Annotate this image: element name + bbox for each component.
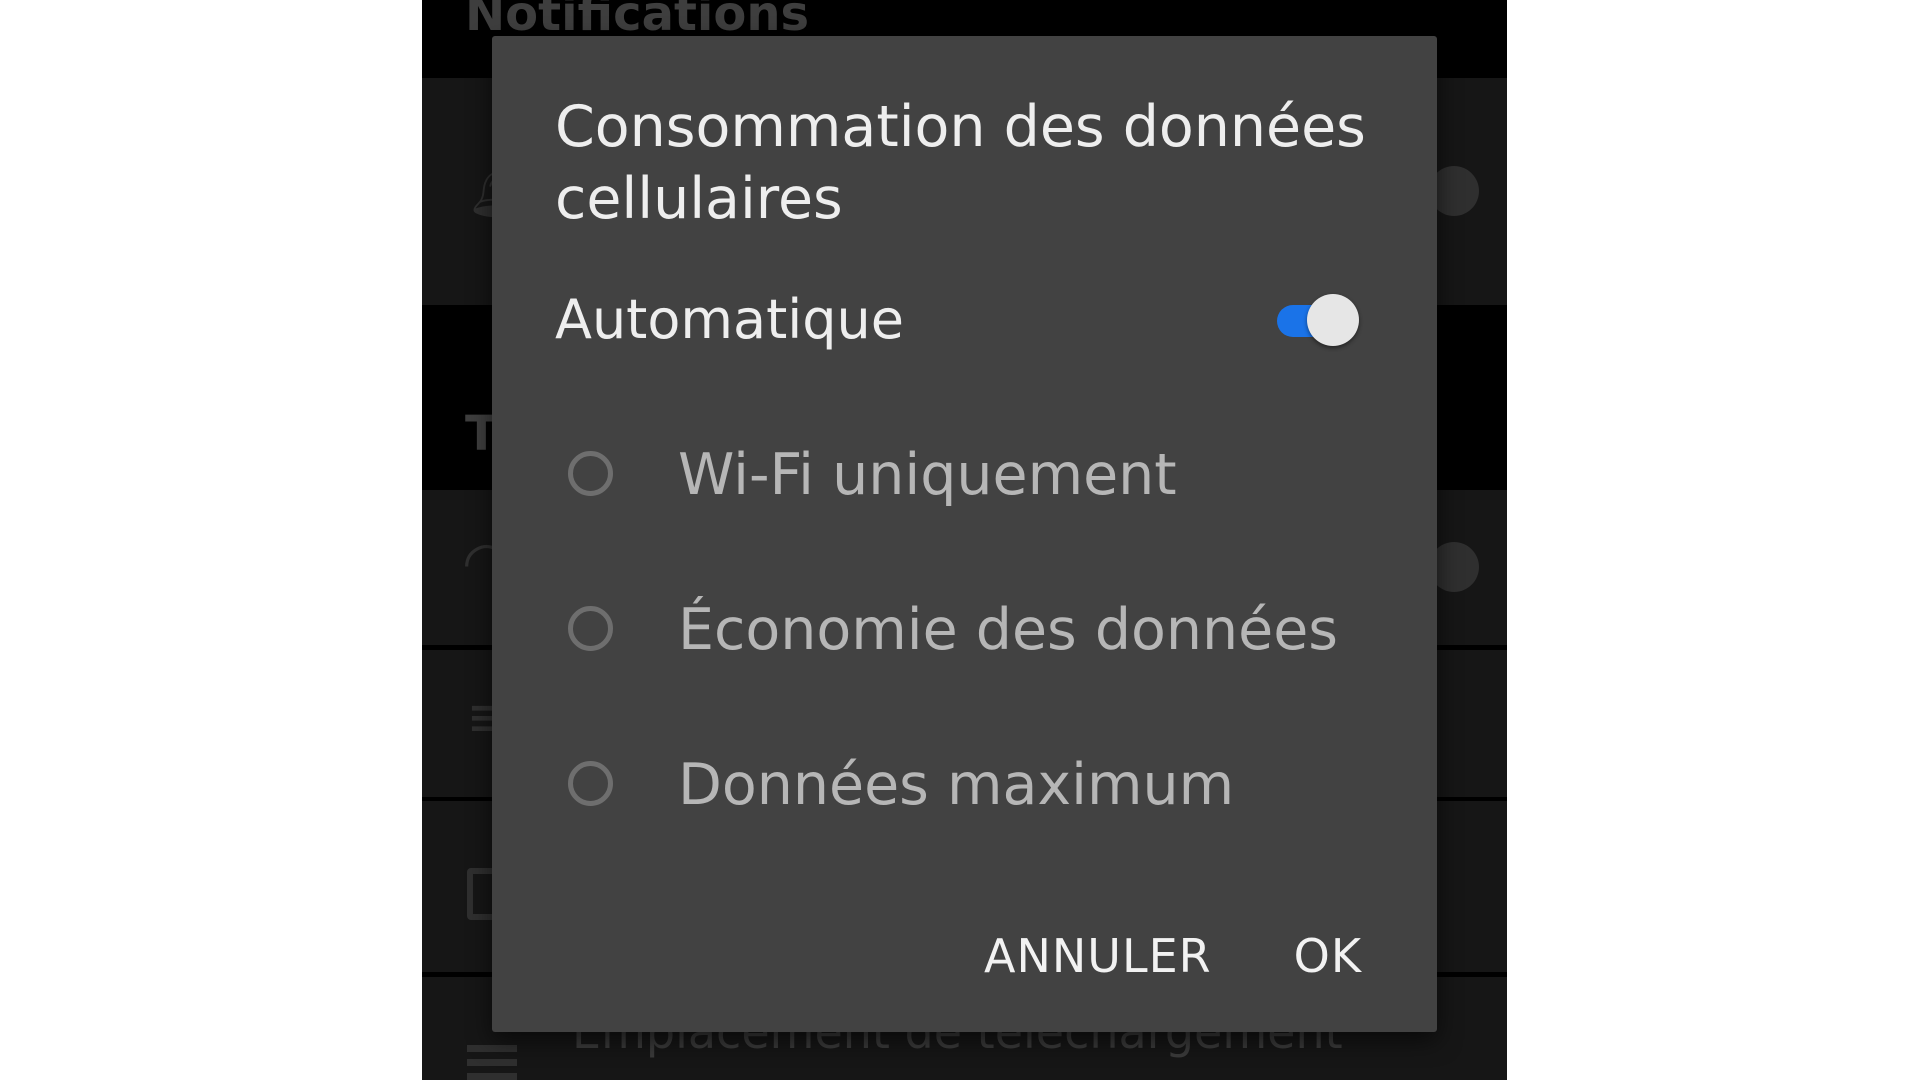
cancel-button[interactable]: ANNULER [984,929,1212,983]
automatic-row[interactable]: Automatique [555,284,1375,356]
radio-button-icon[interactable] [568,761,613,806]
toggle-thumb [1307,294,1359,346]
automatic-toggle[interactable] [1275,292,1361,348]
option-maximum-data[interactable]: Données maximum [568,746,1368,826]
option-label: Économie des données [678,597,1338,663]
radio-button-icon[interactable] [568,451,613,496]
dialog-title: Consommation des données cellulaires [555,94,1366,232]
option-data-saver[interactable]: Économie des données [568,591,1368,671]
page: Notifications T 🔔︎ ◠ ≡ Emplacement de té… [0,0,1920,1080]
list-icon [467,1045,517,1080]
option-label: Wi-Fi uniquement [678,442,1177,508]
cellular-data-dialog: Consommation des données cellulaires Aut… [492,36,1437,1032]
option-label: Données maximum [678,752,1235,818]
dialog-actions: ANNULER OK [984,921,1362,991]
radio-button-icon[interactable] [568,606,613,651]
ok-button[interactable]: OK [1294,929,1362,983]
section-title-notifications: Notifications [465,0,810,42]
automatic-label: Automatique [555,288,904,351]
option-wifi-only[interactable]: Wi-Fi uniquement [568,436,1368,516]
